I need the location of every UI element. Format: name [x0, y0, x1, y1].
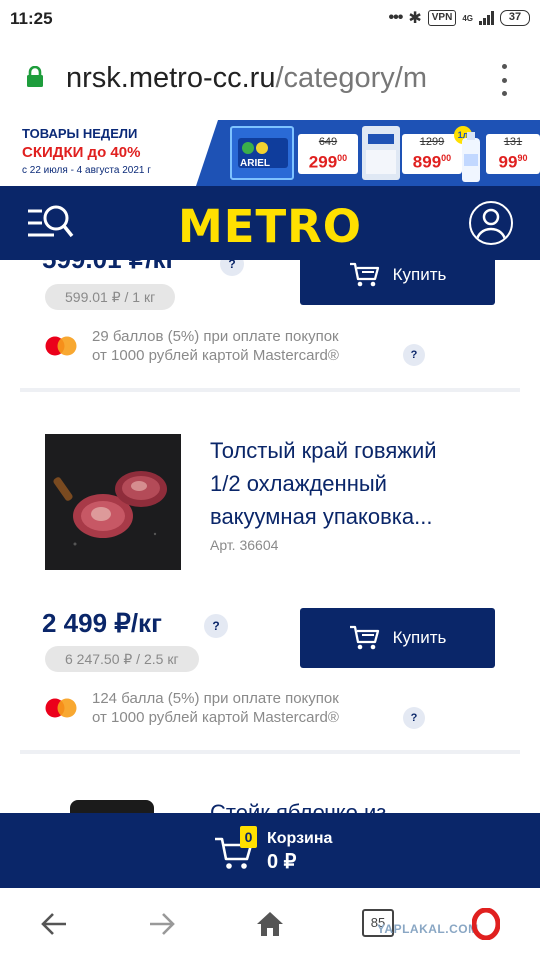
product-title-line-1: Толстый край говяжий [210, 438, 437, 463]
product-title[interactable]: Стейк яблочко из [210, 796, 386, 813]
watermark: YAPLAKAL.COM [377, 922, 479, 936]
opera-icon [472, 908, 500, 940]
browser-bottom-nav: 85 YAPLAKAL.COM [0, 888, 540, 960]
forward-button[interactable] [142, 906, 182, 942]
bonus-help-icon[interactable]: ? [403, 344, 425, 366]
browser-url-bar[interactable]: nrsk.metro-cc.ru/category/m [0, 38, 540, 120]
promo-products: ARIEL 649 29900 1299 89900 1л 131 9990 [196, 120, 540, 186]
promo-title: ТОВАРЫ НЕДЕЛИ [22, 126, 138, 141]
price-new-2: 89900 [412, 152, 452, 172]
ariel-product-image: ARIEL [230, 126, 294, 180]
unit-price: 6 247.50 ₽ / 2.5 кг [45, 646, 199, 672]
network-type: 4G [462, 13, 473, 23]
divider [20, 750, 520, 754]
price-old-2: 1299 [419, 136, 445, 148]
url-text[interactable]: nrsk.metro-cc.ru/category/m [66, 62, 474, 95]
status-time: 11:25 [10, 9, 53, 28]
lock-icon [27, 66, 43, 87]
bonus-text: 124 балла (5%) при оплате покупок от 100… [92, 689, 339, 727]
bag-product-image [362, 126, 400, 180]
cart-icon [349, 625, 379, 650]
forward-arrow-icon [150, 913, 175, 935]
price-new-1: 29900 [308, 152, 348, 172]
product-article: Арт. 36604 [210, 537, 279, 553]
price-new-3: 9990 [498, 152, 528, 172]
home-button[interactable] [250, 906, 290, 942]
product-title-line-2: 1/2 охлажденный [210, 471, 387, 496]
url-path: /category/m [275, 62, 427, 94]
browser-menu-icon[interactable] [497, 64, 511, 96]
promo-text-block: ТОВАРЫ НЕДЕЛИ СКИДКИ до 40% с 22 июля - … [0, 120, 218, 186]
bonus-line-1: 29 баллов (5%) при оплате покупок [92, 328, 339, 345]
product-price: 599.01 ₽/кг [42, 260, 176, 275]
mastercard-icon [45, 698, 77, 718]
mastercard-icon [45, 336, 77, 356]
bonus-line-2: от 1000 рублей картой Mastercard® [92, 347, 339, 364]
cart-icon [349, 262, 379, 287]
product-title[interactable]: Толстый край говяжий 1/2 охлажденный вак… [210, 434, 437, 533]
vpn-badge: VPN [427, 10, 457, 26]
site-header: METRO [0, 186, 540, 260]
bluetooth-icon: ✱ [408, 10, 422, 27]
user-account-icon[interactable] [469, 201, 513, 245]
price-old-3: 131 [503, 136, 523, 148]
buy-button[interactable]: Купить [300, 260, 495, 305]
ariel-label: ARIEL [240, 158, 270, 169]
buy-button-label: Купить [392, 265, 447, 284]
unit-price: 599.01 ₽ / 1 кг [45, 284, 176, 310]
back-button[interactable] [34, 906, 74, 942]
bonus-text: 29 баллов (5%) при оплате покупок от 100… [92, 327, 339, 365]
price-help-icon[interactable]: ? [220, 260, 244, 276]
promo-banner[interactable]: ТОВАРЫ НЕДЕЛИ СКИДКИ до 40% с 22 июля - … [0, 120, 540, 186]
status-bar: 11:25 ••• ✱ VPN 4G 37 [0, 0, 540, 38]
status-icons: ••• ✱ VPN 4G 37 [389, 8, 530, 28]
signal-icon [479, 11, 494, 25]
bonus-line-2: от 1000 рублей картой Mastercard® [92, 709, 339, 726]
price-tag-1: 649 29900 [298, 134, 358, 174]
url-host: nrsk.metro-cc.ru [66, 62, 276, 94]
price-tag-3: 131 9990 [486, 134, 540, 174]
more-icon: ••• [388, 9, 404, 26]
product-title-line-3: вакуумная упаковка... [210, 504, 433, 529]
opera-menu-button[interactable] [466, 906, 506, 942]
basket-total: 0 ₽ [267, 851, 297, 873]
metro-logo[interactable]: METRO [0, 200, 540, 253]
price-old-1: 649 [318, 136, 338, 148]
product-price: 2 499 ₽/кг [42, 608, 162, 638]
price-help-icon[interactable]: ? [204, 614, 228, 638]
buy-button[interactable]: Купить [300, 608, 495, 668]
battery-icon: 37 [500, 10, 530, 26]
basket-bar[interactable]: 0 Корзина 0 ₽ [0, 813, 540, 888]
back-arrow-icon [41, 913, 66, 935]
bonus-line-1: 124 балла (5%) при оплате покупок [92, 690, 339, 707]
water-product-image [462, 132, 480, 182]
product-list: 599.01 ₽/кг ? 599.01 ₽ / 1 кг Купить 29 … [0, 260, 540, 813]
buy-button-label: Купить [392, 628, 447, 647]
divider [20, 388, 520, 392]
product-image[interactable] [70, 800, 154, 813]
price-tag-2: 1299 89900 [402, 134, 462, 174]
promo-dates: с 22 июля - 4 августа 2021 г [22, 165, 151, 176]
basket-count-badge: 0 [240, 826, 257, 848]
product-image[interactable] [45, 434, 181, 570]
home-icon [257, 912, 283, 936]
promo-sale: СКИДКИ до 40% [22, 144, 141, 161]
basket-label: Корзина [267, 830, 333, 847]
bonus-help-icon[interactable]: ? [403, 707, 425, 729]
